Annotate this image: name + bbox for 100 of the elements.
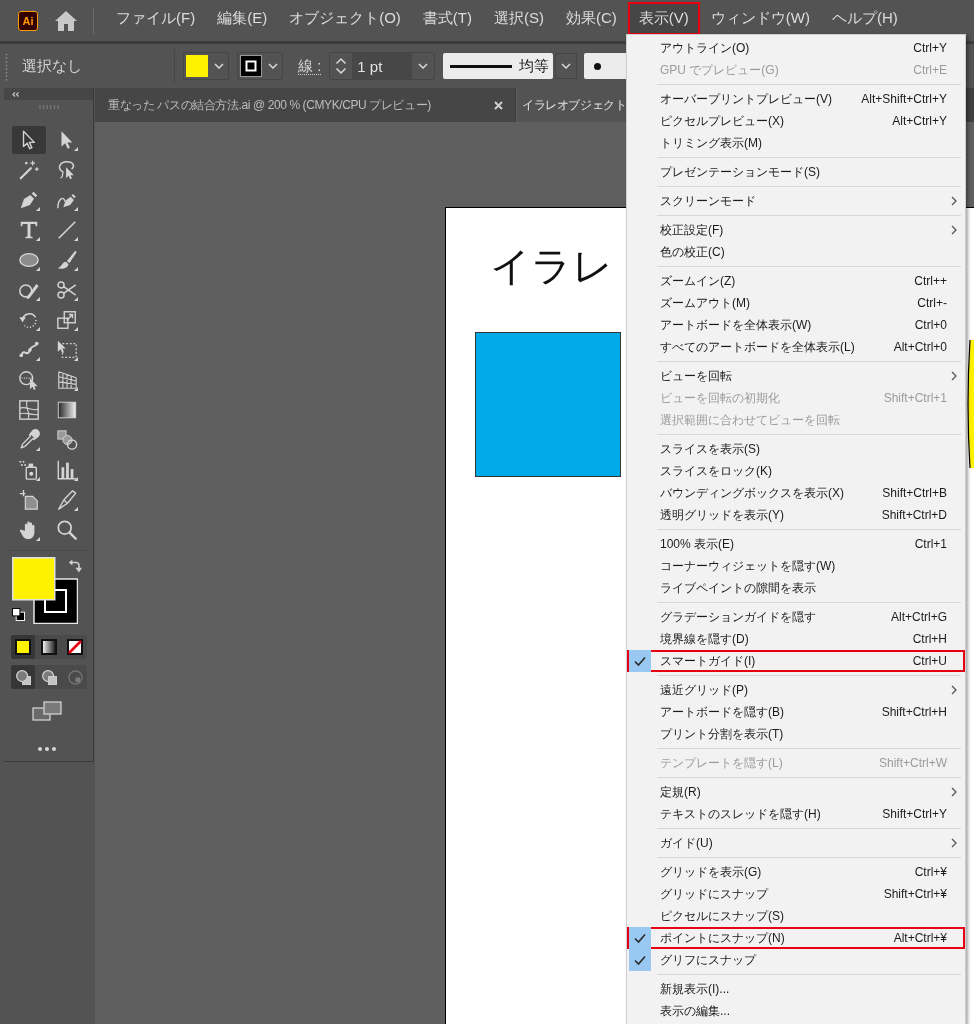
menu-bar-item[interactable]: ウィンドウ(W)	[699, 2, 821, 35]
menu-bar-item[interactable]: 編集(E)	[206, 2, 279, 35]
menu-item[interactable]: バウンディングボックスを表示(X) Shift+Ctrl+B	[627, 482, 965, 504]
menu-bar-item[interactable]: ヘルプ(H)	[820, 2, 909, 35]
shortcut-text: Alt+Ctrl+G	[891, 610, 947, 624]
home-icon[interactable]	[54, 9, 78, 32]
bar-graph-icon	[56, 459, 78, 481]
shortcut-text: Ctrl+1	[914, 537, 947, 551]
line-segment-icon	[56, 219, 78, 241]
spray-can-icon	[18, 459, 40, 481]
shape-builder-icon	[18, 369, 40, 391]
menu-item[interactable]: スライスを表示(S)	[627, 438, 965, 460]
menu-item[interactable]: 100% 表示(E) Ctrl+1	[627, 533, 965, 555]
none-swatch-icon	[67, 639, 83, 655]
menu-item[interactable]: プリント分割を表示(T)	[627, 723, 965, 745]
overlapping-windows-icon[interactable]	[32, 701, 62, 721]
chevron-down-icon	[214, 63, 224, 69]
menu-item[interactable]: グリッドにスナップ Shift+Ctrl+¥	[627, 883, 965, 905]
warp-curve-icon	[18, 339, 40, 361]
eyedropper-icon	[18, 429, 40, 451]
menu-bar-item[interactable]: ファイル(F)	[105, 2, 207, 35]
menu-item[interactable]: ズームアウト(M) Ctrl+-	[627, 292, 965, 314]
menu-item[interactable]: アウトライン(O) Ctrl+Y	[627, 37, 965, 59]
menu-item[interactable]: テキストのスレッドを隠す(H) Shift+Ctrl+Y	[627, 803, 965, 825]
magnifier-icon	[56, 519, 78, 541]
shortcut-text: Shift+Ctrl+W	[879, 756, 947, 770]
menu-item[interactable]: スクリーンモード	[627, 190, 965, 212]
stroke-swatch-icon	[240, 55, 262, 77]
paintbrush-icon	[56, 249, 78, 271]
blend-shapes-icon	[56, 429, 78, 451]
shortcut-text: Shift+Ctrl+B	[882, 486, 947, 500]
shortcut-text: Ctrl+Y	[913, 41, 947, 55]
menu-item[interactable]: 色の校正(C)	[627, 241, 965, 263]
menu-bar-item[interactable]: オブジェクト(O)	[278, 2, 412, 35]
draw-mode-button[interactable]	[11, 665, 35, 689]
close-icon[interactable]	[494, 100, 503, 110]
stroke-color-dropdown[interactable]	[237, 52, 283, 80]
artboard-icon	[18, 489, 40, 511]
color-mode-button[interactable]	[11, 635, 35, 659]
magic-wand-icon	[18, 159, 40, 181]
fill-stroke-swatches-icon[interactable]	[12, 557, 78, 624]
gradient-icon	[56, 399, 78, 421]
menu-item[interactable]: ガイド(U)	[627, 832, 965, 854]
menu-bar-item[interactable]: 表示(V)	[627, 2, 700, 35]
swap-arrows-icon[interactable]	[68, 559, 82, 573]
menu-item[interactable]: 遠近グリッド(P)	[627, 679, 965, 701]
menu-bar-item[interactable]: 選択(S)	[483, 2, 555, 35]
menu-item[interactable]: ライブペイントの隙間を表示	[627, 577, 965, 599]
menu-item[interactable]: グリフにスナップ	[627, 949, 965, 971]
fill-color-dropdown[interactable]	[183, 52, 229, 80]
panel-grip-icon[interactable]	[5, 51, 8, 81]
artboard-heading: イラレ	[490, 243, 613, 290]
menu-item[interactable]: グリッドを表示(G) Ctrl+¥	[627, 861, 965, 883]
shortcut-text: Shift+Ctrl+H	[881, 705, 947, 719]
menu-bar-item[interactable]: 書式(T)	[411, 2, 483, 35]
menu-item[interactable]: ピクセルにスナップ(S)	[627, 905, 965, 927]
mesh-icon	[18, 399, 40, 421]
chevron-down-icon	[268, 63, 278, 69]
menu-item[interactable]: ビューを回転	[627, 365, 965, 387]
color-swatch-icon	[15, 639, 31, 655]
menu-item[interactable]: プレゼンテーションモード(S)	[627, 161, 965, 183]
default-colors-icon[interactable]	[12, 608, 25, 621]
menu-item[interactable]: 定規(R)	[627, 781, 965, 803]
shortcut-text: Ctrl+U	[912, 654, 947, 668]
document-tab[interactable]: 重なった パスの結合方法.ai @ 200 % (CMYK/CPU プレビュー)	[95, 88, 516, 122]
menu-item[interactable]: 境界線を隠す(D) Ctrl+H	[627, 628, 965, 650]
shortcut-text: Shift+Ctrl+¥	[883, 887, 947, 901]
menu-item[interactable]: トリミング表示(M)	[627, 132, 965, 154]
scissors-icon	[56, 279, 78, 301]
tool-button[interactable]	[12, 126, 46, 154]
double-chevron-left-icon[interactable]	[12, 91, 19, 97]
shortcut-text: Alt+Ctrl+¥	[893, 931, 947, 945]
menu-item[interactable]: ズームイン(Z) Ctrl++	[627, 270, 965, 292]
menu-item[interactable]: グラデーションガイドを隠す Alt+Ctrl+G	[627, 606, 965, 628]
menu-item[interactable]: ポイントにスナップ(N) Alt+Ctrl+¥	[627, 927, 965, 949]
menu-item[interactable]: アートボードを全体表示(W) Ctrl+0	[627, 314, 965, 336]
menu-item[interactable]: スライスをロック(K)	[627, 460, 965, 482]
menu-item[interactable]: 校正設定(F)	[627, 219, 965, 241]
ellipsis-icon[interactable]	[38, 747, 56, 751]
uniform-line-icon	[450, 64, 513, 68]
shortcut-text: Ctrl+-	[917, 296, 947, 310]
menu-item[interactable]: コーナーウィジェットを隠す(W)	[627, 555, 965, 577]
type-tool-icon	[18, 219, 40, 241]
menu-item[interactable]: 透明グリッドを表示(Y) Shift+Ctrl+D	[627, 504, 965, 526]
menu-item[interactable]: すべてのアートボードを全体表示(L) Alt+Ctrl+0	[627, 336, 965, 358]
menu-item[interactable]: 新規表示(I)...	[627, 978, 965, 1000]
menu-item[interactable]: 表示の編集...	[627, 1000, 965, 1022]
menu-bar-item[interactable]: 効果(C)	[555, 2, 628, 35]
chevron-down-icon	[561, 63, 572, 69]
stroke-profile-dropdown[interactable]: 均等	[443, 53, 554, 79]
menu-item[interactable]: スマートガイド(I) Ctrl+U	[627, 650, 965, 672]
shortcut-text: Shift+Ctrl+D	[881, 508, 947, 522]
shortcut-text: Ctrl+¥	[914, 865, 947, 879]
shortcut-text: Ctrl+0	[914, 318, 947, 332]
dropdown-button[interactable]	[555, 53, 578, 79]
scale-squares-icon	[56, 309, 78, 331]
knife-icon	[56, 489, 78, 511]
stroke-panel-link[interactable]: 線 :	[298, 57, 322, 75]
brush-dropdown[interactable]	[584, 53, 629, 79]
menu-item[interactable]: アートボードを隠す(B) Shift+Ctrl+H	[627, 701, 965, 723]
